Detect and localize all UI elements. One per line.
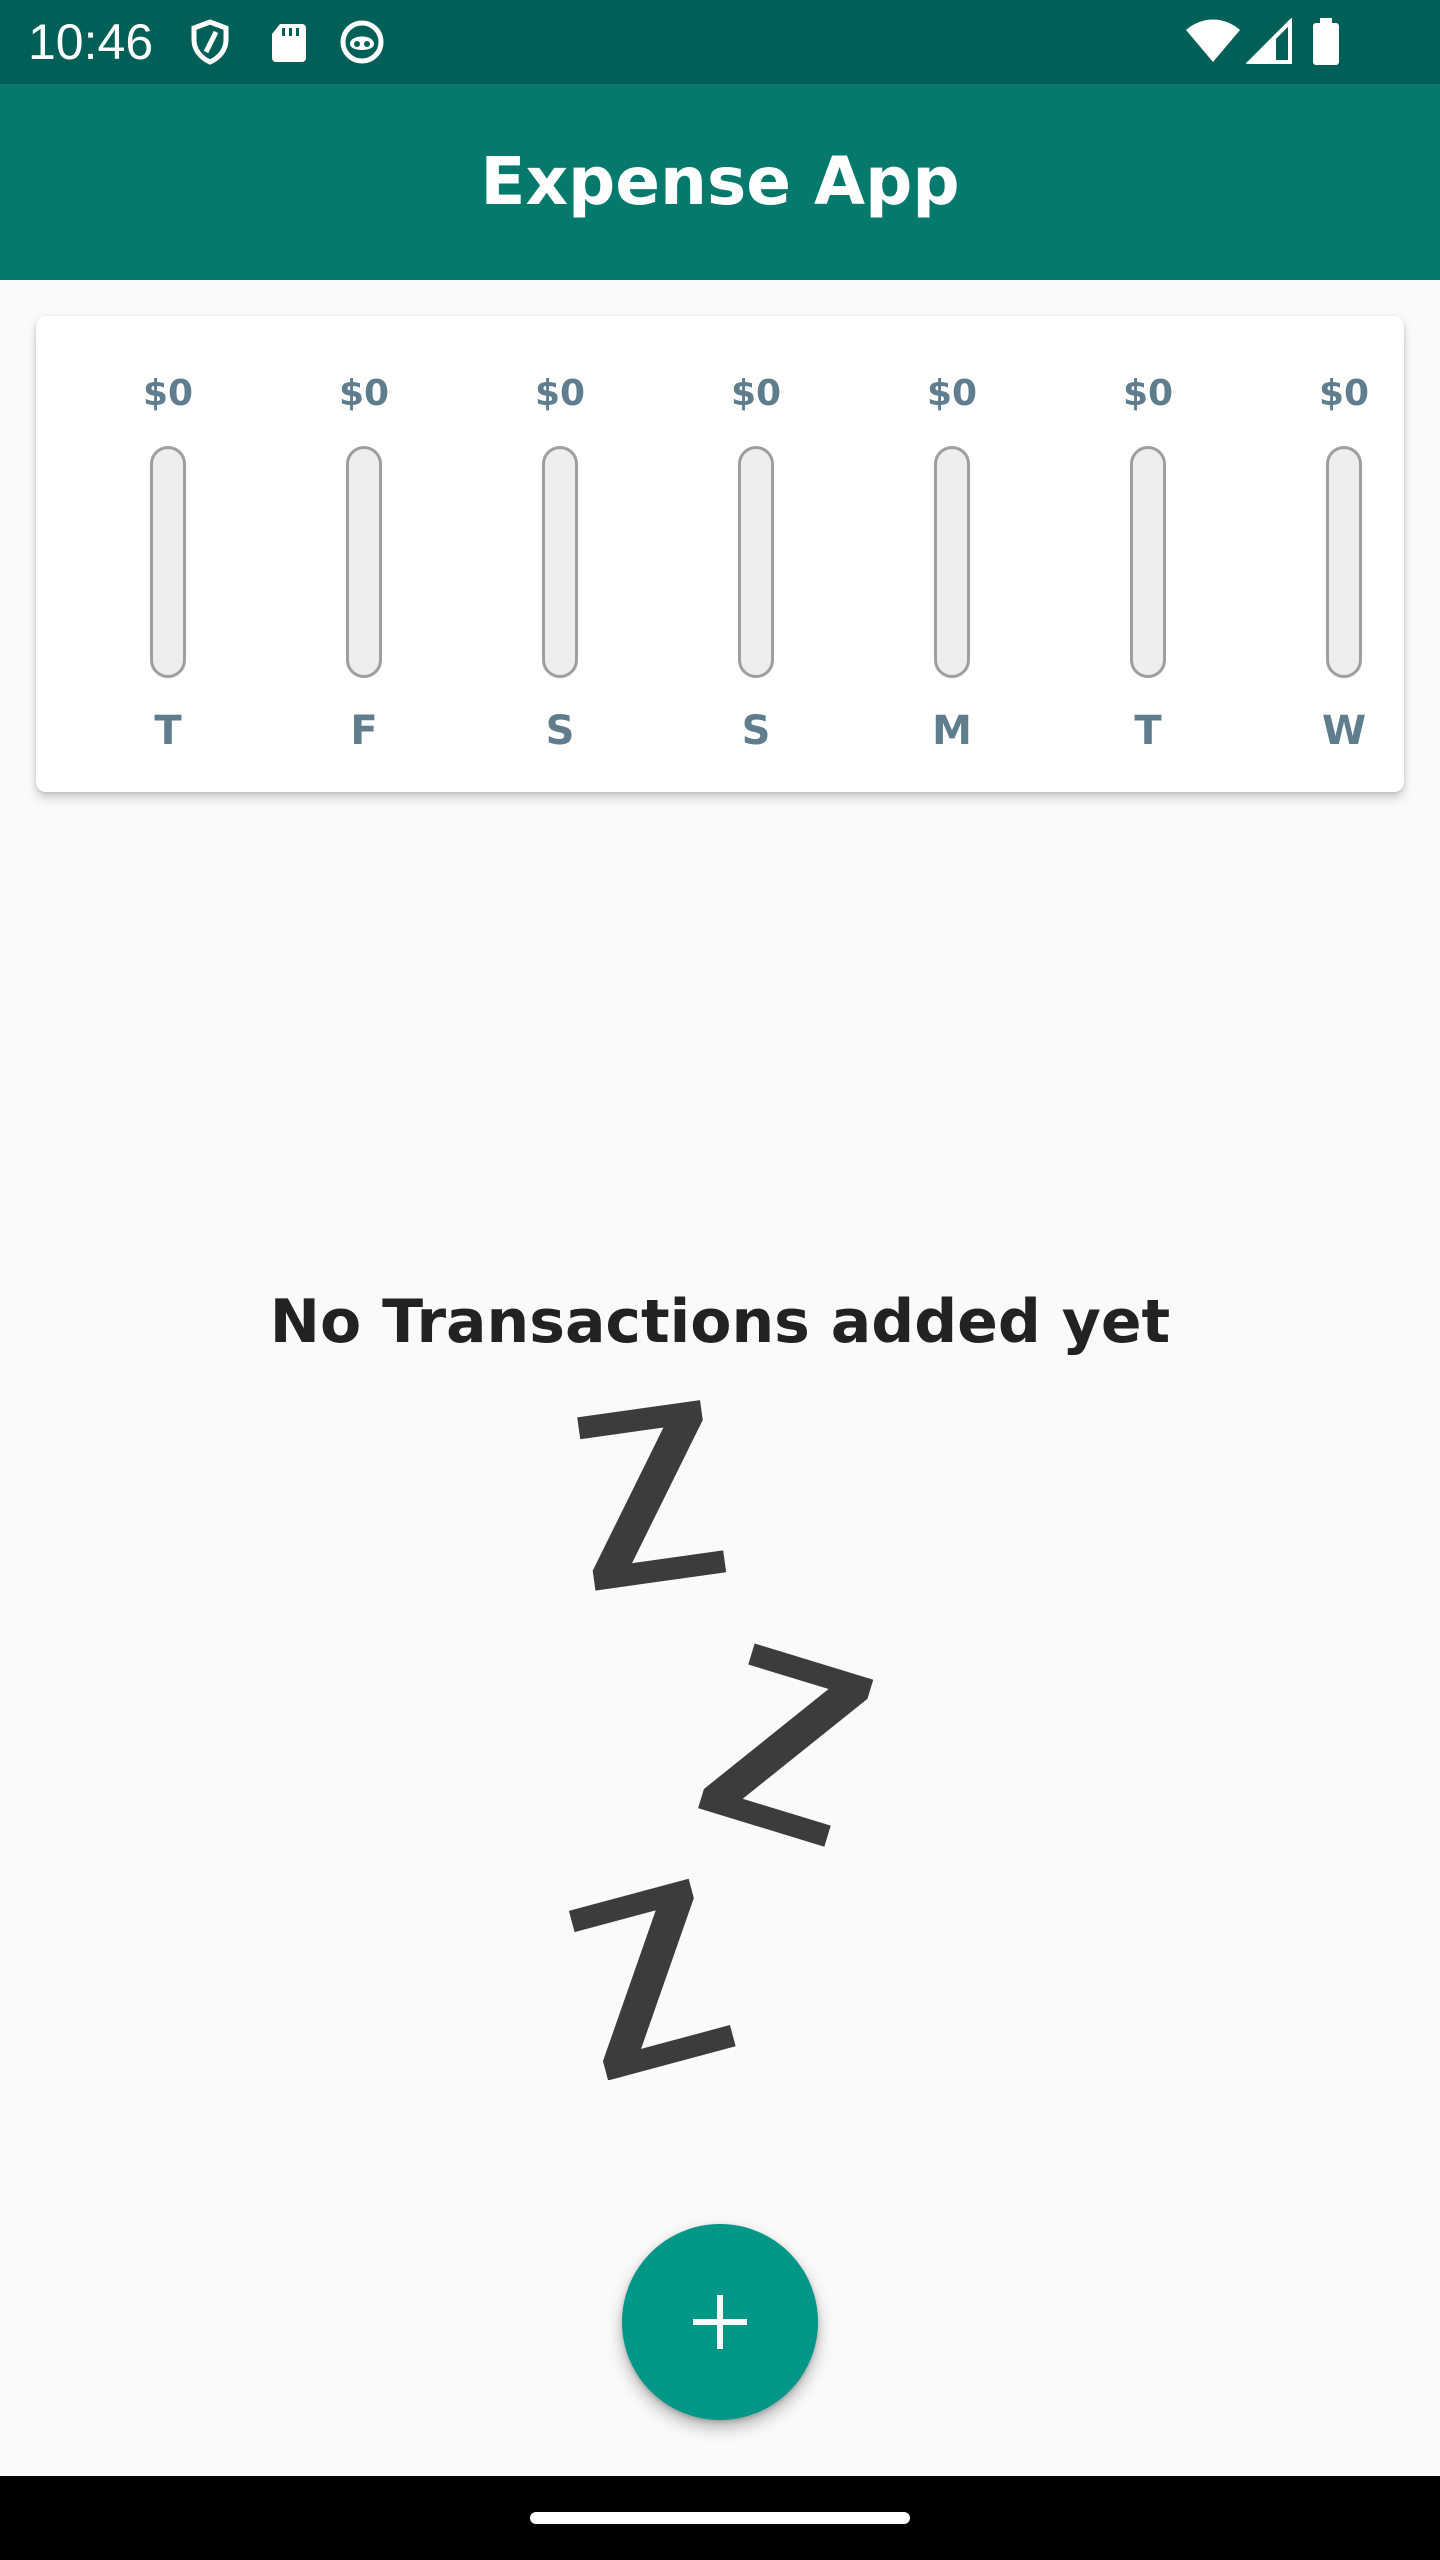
day-label: T bbox=[154, 708, 182, 754]
spending-bar-track bbox=[346, 446, 382, 678]
status-bar: 10:46 bbox=[0, 0, 1440, 84]
chart-day-column: $0 T bbox=[70, 316, 266, 792]
shield-icon bbox=[191, 19, 229, 65]
cell-signal-icon bbox=[1246, 18, 1292, 64]
system-navigation-bar bbox=[0, 2476, 1440, 2560]
chart-day-column: $0 M bbox=[854, 316, 1050, 792]
app-title: Expense App bbox=[480, 143, 960, 220]
day-label: F bbox=[350, 708, 378, 754]
spending-bar-track bbox=[150, 446, 186, 678]
battery-icon bbox=[1313, 18, 1339, 65]
spending-bar-track bbox=[1130, 446, 1166, 678]
chart-day-column: $0 S bbox=[462, 316, 658, 792]
sd-card-icon bbox=[272, 24, 306, 62]
sleeping-zzz-icon bbox=[568, 1400, 874, 2080]
spending-bar-track bbox=[542, 446, 578, 678]
day-amount: $0 bbox=[534, 373, 586, 414]
day-label: S bbox=[545, 708, 575, 754]
plus-icon bbox=[693, 2295, 747, 2349]
home-gesture-handle[interactable] bbox=[530, 2512, 910, 2524]
spending-bar-track bbox=[934, 446, 970, 678]
day-label: T bbox=[1134, 708, 1162, 754]
day-amount: $0 bbox=[926, 373, 978, 414]
day-amount: $0 bbox=[1122, 373, 1174, 414]
spending-bar-track bbox=[738, 446, 774, 678]
day-amount: $0 bbox=[142, 373, 194, 414]
chart-day-column: $0 W bbox=[1246, 316, 1440, 792]
weekly-chart-card: $0 T $0 F $0 S $0 S $0 M $0 T $0 W bbox=[36, 316, 1404, 792]
spending-bar-track bbox=[1326, 446, 1362, 678]
add-transaction-button[interactable] bbox=[622, 2224, 818, 2420]
wifi-icon bbox=[1186, 19, 1240, 62]
day-label: M bbox=[932, 708, 972, 754]
day-amount: $0 bbox=[338, 373, 390, 414]
chart-day-column: $0 T bbox=[1050, 316, 1246, 792]
app-bar: Expense App bbox=[0, 84, 1440, 280]
empty-state-message: No Transactions added yet bbox=[269, 1287, 1171, 1357]
chart-day-column: $0 F bbox=[266, 316, 462, 792]
status-time: 10:46 bbox=[28, 14, 154, 70]
day-amount: $0 bbox=[730, 373, 782, 414]
day-label: S bbox=[741, 708, 771, 754]
day-amount: $0 bbox=[1318, 373, 1370, 414]
day-label: W bbox=[1321, 708, 1367, 754]
app-notification-icon bbox=[340, 20, 384, 64]
chart-day-column: $0 S bbox=[658, 316, 854, 792]
